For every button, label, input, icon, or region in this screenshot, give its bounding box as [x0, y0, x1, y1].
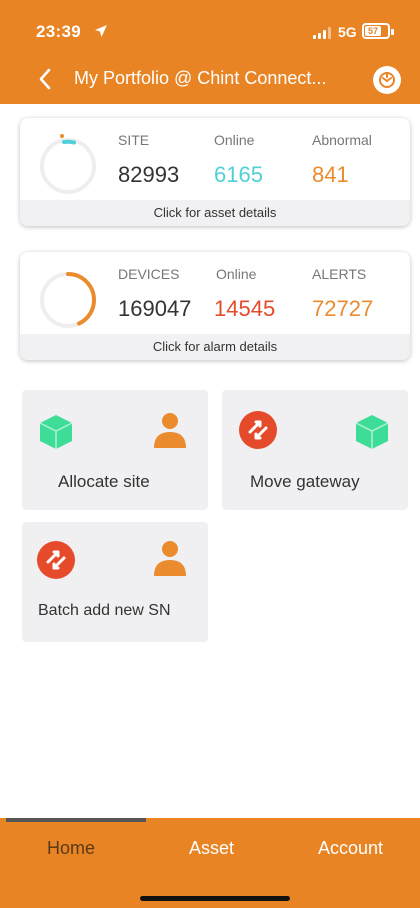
battery-icon: 57: [362, 23, 390, 39]
status-time: 23:39: [36, 22, 81, 41]
user-icon: [154, 413, 186, 448]
allocate-site-button[interactable]: Allocate site: [22, 390, 208, 510]
tab-account[interactable]: Account: [318, 838, 383, 859]
site-online-count: 6165: [214, 162, 263, 187]
green-cube-icon: [355, 415, 389, 449]
site-abnormal-label: Abnormal: [312, 132, 372, 148]
devices-count: 169047: [118, 296, 192, 321]
network-type: 5G: [338, 24, 357, 40]
site-online-label: Online: [214, 132, 255, 148]
site-count: 82993: [118, 162, 180, 187]
alarm-details-link[interactable]: Click for alarm details: [20, 334, 410, 360]
alerts-count: 72727: [312, 296, 374, 321]
devices-label: DEVICES: [118, 266, 180, 282]
tab-active-indicator: [6, 818, 146, 822]
home-indicator: [140, 896, 290, 901]
green-cube-icon: [39, 415, 73, 449]
move-gateway-label: Move gateway: [250, 472, 360, 491]
status-bar: 23:39 5G 57: [0, 0, 420, 54]
page-title: My Portfolio @ Chint Connect...: [74, 68, 327, 88]
switch-account-button[interactable]: [373, 66, 401, 94]
location-arrow-icon: [95, 25, 107, 37]
alerts-label: ALERTS: [312, 266, 367, 282]
asset-details-link[interactable]: Click for asset details: [20, 200, 410, 226]
switch-icon: [379, 72, 395, 88]
signal-icon: [313, 27, 331, 39]
devices-progress-ring: [40, 272, 96, 328]
app-header: 23:39 5G 57 My Portfolio @ Chint Connect…: [0, 0, 420, 104]
batch-add-sn-label: Batch add new SN: [38, 602, 171, 619]
allocate-site-label: Allocate site: [58, 472, 150, 491]
site-summary-card[interactable]: SITE Online Abnormal 82993 6165 841 Clic…: [20, 118, 410, 226]
transfer-icon: [37, 541, 75, 579]
tab-bar: [0, 818, 420, 908]
tab-asset[interactable]: Asset: [189, 838, 234, 859]
devices-online-count: 14545: [214, 296, 276, 321]
site-abnormal-count: 841: [312, 162, 349, 187]
site-progress-ring: [40, 134, 96, 194]
user-icon: [154, 541, 186, 576]
move-gateway-button[interactable]: Move gateway: [222, 390, 408, 510]
devices-online-label: Online: [216, 266, 257, 282]
back-button[interactable]: [30, 62, 60, 96]
battery-level: 57: [365, 26, 381, 36]
chevron-left-icon: [39, 68, 51, 90]
battery-nub: [391, 29, 394, 35]
devices-summary-card[interactable]: DEVICES Online ALERTS 169047 14545 72727…: [20, 252, 410, 360]
transfer-icon: [239, 411, 277, 449]
site-label: SITE: [118, 132, 150, 148]
tab-home[interactable]: Home: [47, 838, 95, 859]
batch-add-sn-button[interactable]: Batch add new SN: [22, 522, 208, 642]
